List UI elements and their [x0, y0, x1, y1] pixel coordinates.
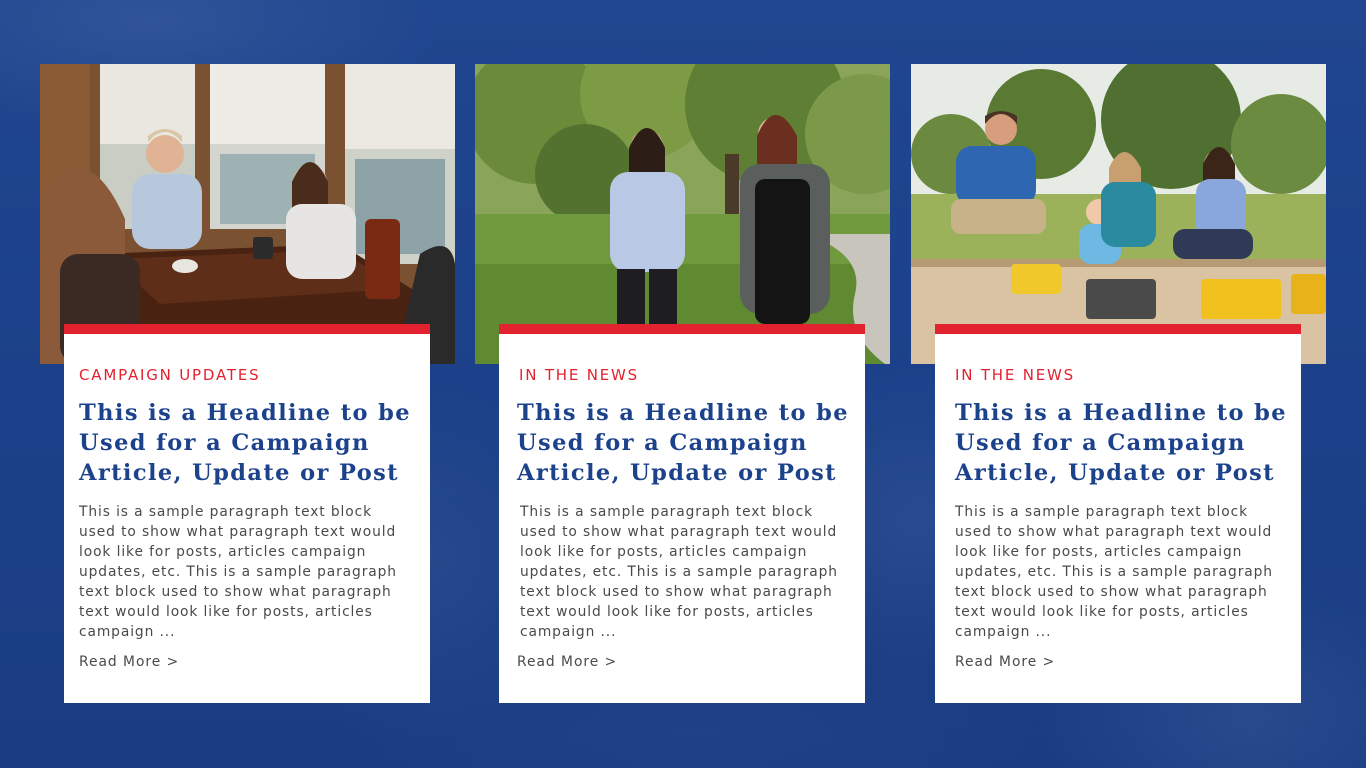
article-excerpt: This is a sample paragraph text block us… — [955, 504, 1273, 640]
article-card-1[interactable]: CAMPAIGN UPDATES This is a Headline to b… — [40, 64, 455, 704]
article-card-body: IN THE NEWS This is a Headline to be Use… — [499, 324, 865, 703]
read-more-link[interactable]: Read More > — [955, 654, 1055, 670]
photo-family-playground-sandbox[interactable] — [911, 64, 1326, 364]
article-excerpt: This is a sample paragraph text block us… — [520, 504, 838, 640]
photo-family-conversation-indoors[interactable] — [40, 64, 455, 364]
article-headline[interactable]: This is a Headline to be Used for a Camp… — [79, 398, 419, 488]
article-card-3[interactable]: IN THE NEWS This is a Headline to be Use… — [911, 64, 1326, 704]
article-excerpt: This is a sample paragraph text block us… — [79, 504, 397, 640]
category-label[interactable]: IN THE NEWS — [519, 366, 639, 384]
article-headline[interactable]: This is a Headline to be Used for a Camp… — [955, 398, 1295, 488]
photo-two-women-walking-park[interactable] — [475, 64, 890, 364]
article-card-body: CAMPAIGN UPDATES This is a Headline to b… — [64, 324, 430, 703]
read-more-link[interactable]: Read More > — [79, 654, 179, 670]
article-card-2[interactable]: IN THE NEWS This is a Headline to be Use… — [475, 64, 890, 704]
category-label[interactable]: IN THE NEWS — [955, 366, 1075, 384]
article-card-body: IN THE NEWS This is a Headline to be Use… — [935, 324, 1301, 703]
category-label[interactable]: CAMPAIGN UPDATES — [79, 366, 260, 384]
article-headline[interactable]: This is a Headline to be Used for a Camp… — [517, 398, 857, 488]
read-more-link[interactable]: Read More > — [517, 654, 617, 670]
